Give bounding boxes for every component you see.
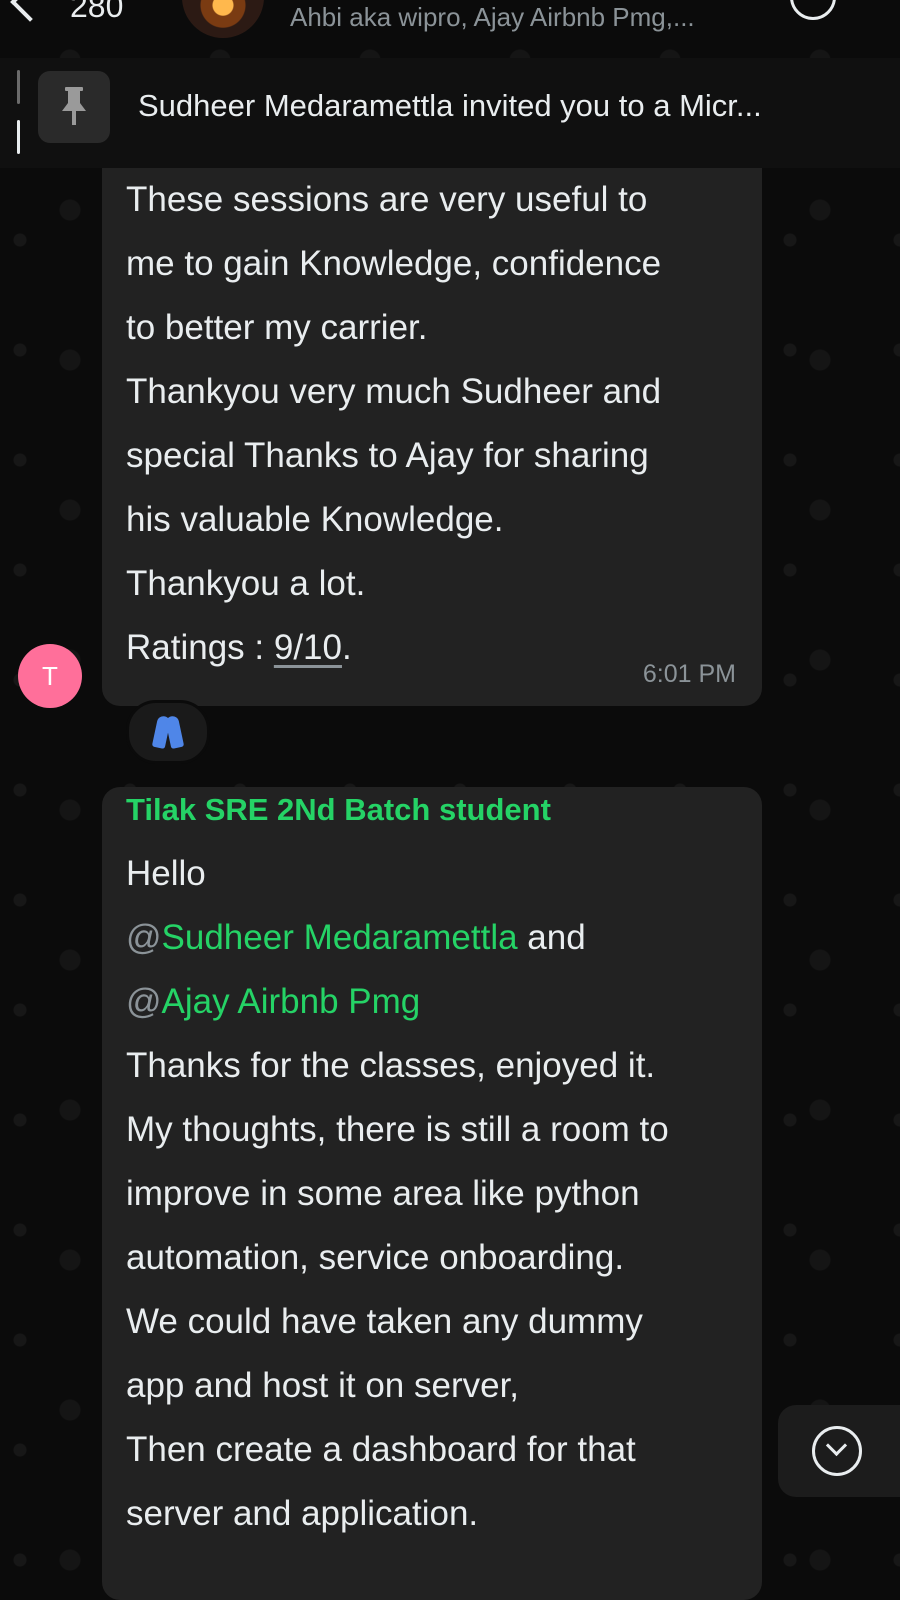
message-line: me to gain Knowledge, confidence bbox=[126, 244, 662, 283]
message-line: Then create a dashboard for that bbox=[126, 1430, 636, 1469]
message-line: automation, service onboarding. bbox=[126, 1238, 625, 1277]
message-line: We could have taken any dummy bbox=[126, 1302, 643, 1341]
mention-link[interactable]: Ajay Airbnb Pmg bbox=[162, 982, 421, 1021]
mention-at: @ bbox=[126, 918, 162, 957]
message-line: My thoughts, there is still a room to bbox=[126, 1110, 669, 1149]
avatar[interactable]: T bbox=[18, 644, 82, 708]
message-line: server and application. bbox=[126, 1494, 479, 1533]
rating-label: Ratings : bbox=[126, 628, 274, 667]
message-line: improve in some area like python bbox=[126, 1174, 640, 1213]
mention-suffix: and bbox=[517, 918, 586, 957]
message-line: Thankyou a lot. bbox=[126, 564, 366, 603]
pinned-message-banner[interactable]: Sudheer Medaramettla invited you to a Mi… bbox=[0, 58, 900, 168]
message-line: special Thanks to Ajay for sharing bbox=[126, 436, 649, 475]
rating-value[interactable]: 9/10 bbox=[274, 628, 342, 667]
scroll-to-bottom-button[interactable] bbox=[778, 1405, 900, 1497]
group-avatar[interactable] bbox=[182, 0, 264, 38]
participants-list[interactable]: Ahbi aka wipro, Ajay Airbnb Pmg,... bbox=[290, 2, 750, 33]
message-line: Hello bbox=[126, 854, 206, 893]
mention-link[interactable]: Sudheer Medaramettla bbox=[162, 918, 518, 957]
unread-count[interactable]: 280 bbox=[70, 0, 123, 25]
chevron-left-icon[interactable] bbox=[10, 0, 50, 22]
pin-icon bbox=[62, 87, 86, 125]
rating-line: Ratings : 9/10. bbox=[126, 616, 661, 680]
chat-header: 280 Ahbi aka wipro, Ajay Airbnb Pmg,... bbox=[0, 0, 900, 40]
mention-line: @Sudheer Medaramettla and bbox=[126, 906, 669, 970]
message-body: These sessions are very useful to me to … bbox=[126, 168, 661, 680]
mention-at: @ bbox=[126, 982, 162, 1021]
message-reaction[interactable] bbox=[126, 700, 210, 764]
message-line: Thankyou very much Sudheer and bbox=[126, 372, 662, 411]
message-line: to better my carrier. bbox=[126, 308, 428, 347]
sender-name[interactable]: Tilak SRE 2Nd Batch student bbox=[126, 778, 669, 842]
message-line: Thanks for the classes, enjoyed it. bbox=[126, 1046, 656, 1085]
rating-suffix: . bbox=[341, 628, 352, 667]
message-line: his valuable Knowledge. bbox=[126, 500, 504, 539]
folded-hands-icon bbox=[152, 714, 184, 748]
pin-icon-box bbox=[38, 71, 110, 143]
pinned-indicator bbox=[17, 70, 21, 160]
message-body: Tilak SRE 2Nd Batch student Hello @Sudhe… bbox=[126, 778, 669, 1546]
mention-line: @Ajay Airbnb Pmg bbox=[126, 970, 669, 1034]
message-bubble[interactable]: Tilak SRE 2Nd Batch student Hello @Sudhe… bbox=[102, 787, 762, 1600]
message-timestamp: 6:01 PM bbox=[642, 660, 736, 688]
pinned-message-text: Sudheer Medaramettla invited you to a Mi… bbox=[138, 88, 762, 123]
video-call-icon[interactable] bbox=[790, 0, 836, 20]
message-line: These sessions are very useful to bbox=[126, 180, 648, 219]
message-bubble[interactable]: These sessions are very useful to me to … bbox=[102, 150, 762, 706]
message-line: app and host it on server, bbox=[126, 1366, 520, 1405]
